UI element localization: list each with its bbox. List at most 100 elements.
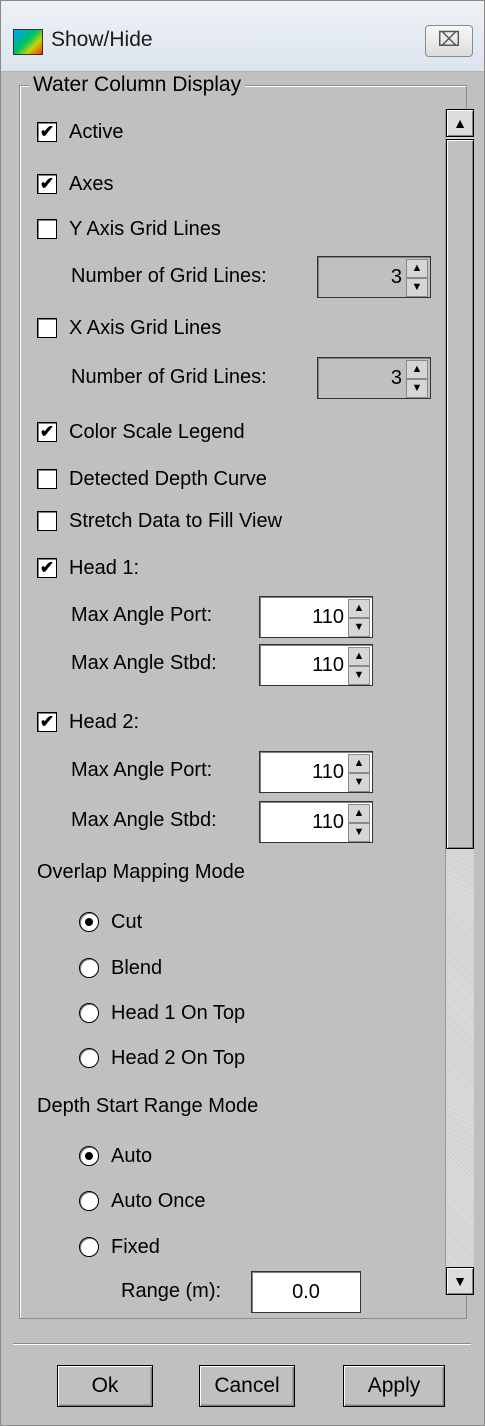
head2-checkbox[interactable]: ✔ xyxy=(37,712,57,732)
head2-port-spinner[interactable]: ▲ ▼ xyxy=(348,754,370,792)
overlap-cut-radio[interactable] xyxy=(79,912,99,932)
spin-down-icon: ▼ xyxy=(406,379,428,398)
y-grid-option[interactable]: Y Axis Grid Lines xyxy=(37,212,221,246)
active-label: Active xyxy=(69,120,124,143)
head1-port-field[interactable]: 110 ▲ ▼ xyxy=(259,596,373,638)
window-title: Show/Hide xyxy=(51,28,153,51)
overlap-blend-label: Blend xyxy=(111,956,163,979)
stretch-label: Stretch Data to Fill View xyxy=(69,509,283,532)
stretch-checkbox[interactable] xyxy=(37,511,57,531)
y-grid-label: Y Axis Grid Lines xyxy=(69,217,221,240)
stretch-option[interactable]: Stretch Data to Fill View xyxy=(37,504,282,538)
y-grid-checkbox[interactable] xyxy=(37,219,57,239)
depth-auto-once-radio[interactable] xyxy=(79,1191,99,1211)
depth-auto-radio[interactable] xyxy=(79,1146,99,1166)
overlap-head2-label: Head 2 On Top xyxy=(111,1046,246,1069)
spin-up-icon: ▲ xyxy=(406,360,428,379)
depth-auto-option[interactable]: Auto xyxy=(79,1139,152,1173)
overlap-cut-label: Cut xyxy=(111,910,143,933)
spin-up-icon[interactable]: ▲ xyxy=(348,599,370,618)
depth-curve-checkbox[interactable] xyxy=(37,469,57,489)
x-grid-count-value: 3 xyxy=(390,367,402,389)
spin-up-icon[interactable]: ▲ xyxy=(348,647,370,666)
range-label: Range (m): xyxy=(121,1280,222,1302)
overlap-cut-option[interactable]: Cut xyxy=(79,905,142,939)
spin-down-icon[interactable]: ▼ xyxy=(348,666,370,685)
title-bar: Show/Hide ⌧ xyxy=(1,1,484,72)
color-scale-checkbox[interactable]: ✔ xyxy=(37,422,57,442)
scroll-thumb[interactable] xyxy=(446,139,474,849)
color-scale-label: Color Scale Legend xyxy=(69,420,245,443)
depth-fixed-radio[interactable] xyxy=(79,1237,99,1257)
x-grid-option[interactable]: X Axis Grid Lines xyxy=(37,311,221,345)
head2-port-label: Max Angle Port: xyxy=(71,759,213,781)
overlap-blend-option[interactable]: Blend xyxy=(79,951,162,985)
head2-port-field[interactable]: 110 ▲ ▼ xyxy=(259,751,373,793)
head2-label: Head 2: xyxy=(69,710,140,733)
overlap-head2-option[interactable]: Head 2 On Top xyxy=(79,1041,245,1075)
head1-port-spinner[interactable]: ▲ ▼ xyxy=(348,599,370,637)
depth-curve-label: Detected Depth Curve xyxy=(69,467,267,490)
spin-down-icon[interactable]: ▼ xyxy=(348,773,370,792)
depth-auto-once-option[interactable]: Auto Once xyxy=(79,1184,206,1218)
depth-curve-option[interactable]: Detected Depth Curve xyxy=(37,462,267,496)
depth-fixed-label: Fixed xyxy=(111,1235,160,1258)
overlap-mode-label: Overlap Mapping Mode xyxy=(37,861,245,883)
spin-up-icon: ▲ xyxy=(406,259,428,278)
scroll-down-icon[interactable]: ▼ xyxy=(446,1267,474,1295)
head2-option[interactable]: ✔ Head 2: xyxy=(37,705,139,739)
spin-up-icon[interactable]: ▲ xyxy=(348,804,370,823)
x-grid-checkbox[interactable] xyxy=(37,318,57,338)
head1-label: Head 1: xyxy=(69,556,140,579)
cancel-button[interactable]: Cancel xyxy=(199,1365,295,1407)
spin-down-icon[interactable]: ▼ xyxy=(348,823,370,842)
axes-checkbox[interactable]: ✔ xyxy=(37,174,57,194)
vertical-scrollbar[interactable]: ▲ ▼ xyxy=(445,109,474,1295)
head2-stbd-label: Max Angle Stbd: xyxy=(71,809,217,831)
depth-fixed-option[interactable]: Fixed xyxy=(79,1230,160,1264)
range-value: 0.0 xyxy=(292,1281,320,1303)
depth-auto-label: Auto xyxy=(111,1144,153,1167)
axes-option[interactable]: ✔ Axes xyxy=(37,167,113,201)
head1-stbd-label: Max Angle Stbd: xyxy=(71,652,217,674)
group-title: Water Column Display xyxy=(29,73,246,97)
app-icon xyxy=(13,29,43,55)
spin-up-icon[interactable]: ▲ xyxy=(348,754,370,773)
head1-stbd-spinner[interactable]: ▲ ▼ xyxy=(348,647,370,685)
ok-button[interactable]: Ok xyxy=(57,1365,153,1407)
depth-start-label: Depth Start Range Mode xyxy=(37,1095,259,1117)
overlap-head1-radio[interactable] xyxy=(79,1003,99,1023)
depth-auto-once-label: Auto Once xyxy=(111,1189,206,1212)
overlap-head2-radio[interactable] xyxy=(79,1048,99,1068)
head1-checkbox[interactable]: ✔ xyxy=(37,558,57,578)
y-grid-spinner: ▲ ▼ xyxy=(406,259,428,297)
y-grid-count-value: 3 xyxy=(390,266,402,288)
footer-separator xyxy=(13,1343,471,1345)
head1-option[interactable]: ✔ Head 1: xyxy=(37,551,139,585)
spin-down-icon[interactable]: ▼ xyxy=(348,618,370,637)
range-field[interactable]: 0.0 xyxy=(251,1271,361,1313)
head1-port-label: Max Angle Port: xyxy=(71,604,213,626)
overlap-head1-option[interactable]: Head 1 On Top xyxy=(79,996,245,1030)
head2-port-value: 110 xyxy=(312,761,344,783)
active-checkbox[interactable]: ✔ xyxy=(37,122,57,142)
scroll-up-icon[interactable]: ▲ xyxy=(446,109,474,137)
overlap-head1-label: Head 1 On Top xyxy=(111,1001,246,1024)
head1-stbd-field[interactable]: 110 ▲ ▼ xyxy=(259,644,373,686)
x-grid-count-label: Number of Grid Lines: xyxy=(71,366,267,388)
overlap-blend-radio[interactable] xyxy=(79,958,99,978)
axes-label: Axes xyxy=(69,172,114,195)
head1-stbd-value: 110 xyxy=(312,654,344,676)
y-grid-count-field: 3 ▲ ▼ xyxy=(317,256,431,298)
x-grid-spinner: ▲ ▼ xyxy=(406,360,428,398)
x-grid-count-field: 3 ▲ ▼ xyxy=(317,357,431,399)
head2-stbd-spinner[interactable]: ▲ ▼ xyxy=(348,804,370,842)
y-grid-count-label: Number of Grid Lines: xyxy=(71,265,267,287)
close-button[interactable]: ⌧ xyxy=(425,25,473,57)
spin-down-icon: ▼ xyxy=(406,278,428,297)
head2-stbd-field[interactable]: 110 ▲ ▼ xyxy=(259,801,373,843)
color-scale-option[interactable]: ✔ Color Scale Legend xyxy=(37,415,245,449)
show-hide-dialog: Show/Hide ⌧ Water Column Display ✔ Activ… xyxy=(0,0,485,1426)
active-option[interactable]: ✔ Active xyxy=(37,115,123,149)
apply-button[interactable]: Apply xyxy=(343,1365,445,1407)
